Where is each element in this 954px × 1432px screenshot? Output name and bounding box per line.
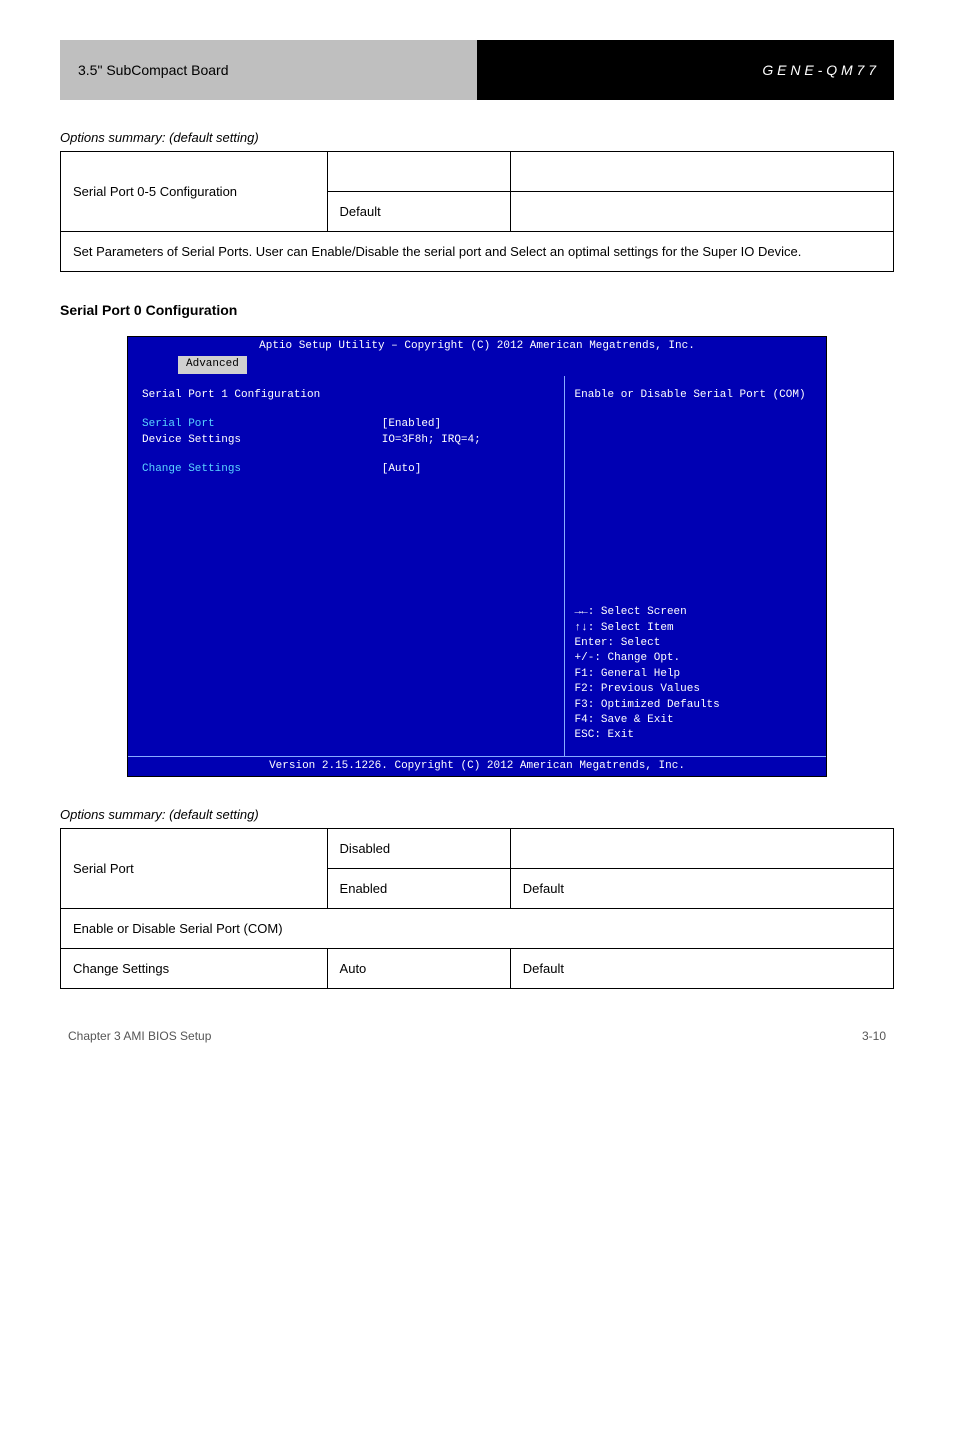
bios-row-change-settings[interactable]: Change Settings [Auto] — [142, 462, 550, 477]
footer-chapter: Chapter 3 AMI BIOS Setup — [68, 1029, 211, 1043]
header-left-text: 3.5" SubCompact Board — [60, 40, 477, 100]
row-blank — [510, 829, 893, 869]
section-title: Serial Port 0 Configuration — [60, 302, 894, 318]
table-row: Serial Port Disabled — [61, 829, 894, 869]
bios-tab-strip: Advanced — [128, 356, 826, 375]
bios-value: IO=3F8h; IRQ=4; — [382, 433, 550, 448]
bios-key-legend: →←: Select Screen ↑↓: Select Item Enter:… — [575, 605, 816, 744]
bios-key: F1: — [575, 668, 595, 680]
row-description: Set Parameters of Serial Ports. User can… — [61, 232, 894, 272]
bios-key-desc: Optimized Defaults — [594, 699, 719, 711]
header-right-text: G E N E - Q M 7 7 — [477, 40, 894, 100]
bios-key-desc: Select Screen — [594, 606, 686, 618]
row-name: Serial Port 0-5 Configuration — [61, 152, 328, 232]
bios-right-pane: Enable or Disable Serial Port (COM) →←: … — [564, 376, 826, 756]
bios-key: F4: — [575, 714, 595, 726]
bios-key-desc: Select Item — [594, 622, 673, 634]
bios-row-serial-port[interactable]: Serial Port [Enabled] — [142, 417, 550, 432]
table-row: Enable or Disable Serial Port (COM) — [61, 909, 894, 949]
bios-key: F3: — [575, 699, 595, 711]
bios-key-desc: Exit — [601, 729, 634, 741]
bios-screenshot: Aptio Setup Utility – Copyright (C) 2012… — [127, 336, 827, 777]
bios-label: Serial Port — [142, 417, 382, 432]
bios-key: F2: — [575, 683, 595, 695]
bios-value: [Auto] — [382, 462, 550, 477]
bios-row-device-settings: Device Settings IO=3F8h; IRQ=4; — [142, 433, 550, 448]
row-option: Auto — [327, 949, 510, 989]
row-name: Serial Port — [61, 829, 328, 909]
settings-table-1: Serial Port 0-5 Configuration Default Se… — [60, 151, 894, 272]
bios-key-desc: Save & Exit — [594, 714, 673, 726]
bios-key: ↑↓: — [575, 622, 595, 634]
footer-page-number: 3-10 — [862, 1029, 886, 1043]
bios-help-text: Enable or Disable Serial Port (COM) — [575, 388, 816, 403]
row-option: Disabled — [327, 829, 510, 869]
row-description: Enable or Disable Serial Port (COM) — [61, 909, 894, 949]
bios-label: Device Settings — [142, 433, 382, 448]
options-summary-label-2: Options summary: (default setting) — [60, 807, 894, 822]
row-blank — [510, 192, 893, 232]
row-default: Default — [510, 949, 893, 989]
tab-advanced[interactable]: Advanced — [178, 356, 247, 373]
table-row: Serial Port 0-5 Configuration — [61, 152, 894, 192]
bios-key-desc: Change Opt. — [601, 652, 680, 664]
bios-key-desc: Previous Values — [594, 683, 700, 695]
bios-key: ESC: — [575, 729, 601, 741]
bios-left-pane: Serial Port 1 Configuration Serial Port … — [128, 376, 564, 756]
bios-key-desc: General Help — [594, 668, 680, 680]
bios-title-bar: Aptio Setup Utility – Copyright (C) 2012… — [128, 337, 826, 356]
bios-key-desc: Select — [614, 637, 660, 649]
bios-key: +/-: — [575, 652, 601, 664]
bios-key: Enter: — [575, 637, 615, 649]
row-option: Enabled — [327, 869, 510, 909]
options-summary-label-1: Options summary: (default setting) — [60, 130, 894, 145]
table-row: Set Parameters of Serial Ports. User can… — [61, 232, 894, 272]
bios-label: Change Settings — [142, 462, 382, 477]
row-blank — [510, 152, 893, 192]
bios-footer: Version 2.15.1226. Copyright (C) 2012 Am… — [128, 756, 826, 776]
row-name: Change Settings — [61, 949, 328, 989]
bios-body: Serial Port 1 Configuration Serial Port … — [128, 376, 826, 756]
row-default: Default — [510, 869, 893, 909]
bios-value: [Enabled] — [382, 417, 550, 432]
page-footer: Chapter 3 AMI BIOS Setup 3-10 — [60, 1029, 894, 1043]
row-blank — [327, 152, 510, 192]
bios-key: →←: — [575, 606, 595, 618]
table-row: Change Settings Auto Default — [61, 949, 894, 989]
settings-table-2: Serial Port Disabled Enabled Default Ena… — [60, 828, 894, 989]
bios-panel-title: Serial Port 1 Configuration — [142, 388, 550, 403]
row-default: Default — [327, 192, 510, 232]
page-header: 3.5" SubCompact Board G E N E - Q M 7 7 — [60, 40, 894, 100]
